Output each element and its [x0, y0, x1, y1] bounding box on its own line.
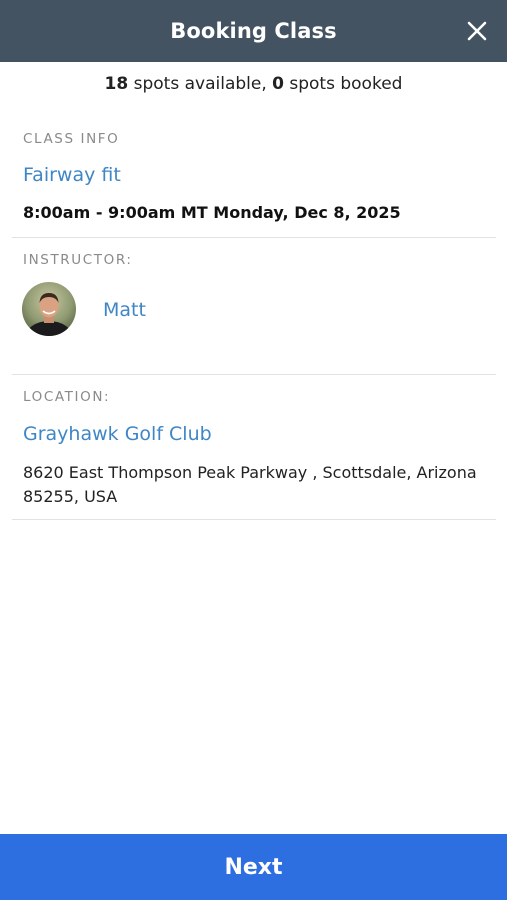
page-title: Booking Class [170, 19, 337, 43]
spots-summary: 18 spots available, 0 spots booked [0, 74, 507, 94]
location-label: LOCATION: [23, 389, 111, 405]
location-address: 8620 East Thompson Peak Parkway , Scotts… [23, 463, 477, 506]
avatar-photo [22, 282, 76, 336]
spots-available-count: 18 [104, 74, 129, 94]
spots-booked-count: 0 [272, 74, 284, 94]
header-bar: Booking Class [0, 0, 507, 62]
avatar[interactable] [22, 282, 76, 336]
divider [12, 374, 496, 375]
spots-available-text: spots available, [128, 74, 273, 94]
instructor-label: INSTRUCTOR: [23, 252, 133, 268]
spots-booked-text: spots booked [283, 74, 403, 94]
location-name-link[interactable]: Grayhawk Golf Club [23, 423, 212, 445]
next-button-label: Next [224, 854, 283, 880]
divider [12, 237, 496, 238]
instructor-name-link[interactable]: Matt [103, 299, 146, 321]
class-time: 8:00am - 9:00am MT Monday, Dec 8, 2025 [23, 203, 401, 222]
close-button[interactable] [461, 15, 493, 47]
divider [12, 519, 496, 520]
close-icon [467, 21, 487, 41]
next-button[interactable]: Next [0, 834, 507, 900]
class-name-link[interactable]: Fairway fit [23, 164, 121, 186]
booking-class-screen: Booking Class 18 spots available, 0 spot… [0, 0, 507, 900]
class-info-label: CLASS INFO [23, 131, 120, 147]
